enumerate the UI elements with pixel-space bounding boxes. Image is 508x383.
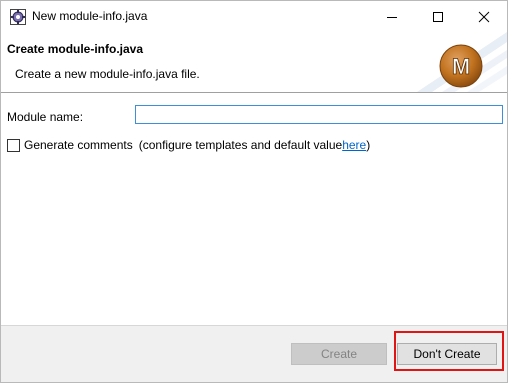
close-icon xyxy=(478,11,490,22)
minimize-button[interactable] xyxy=(369,1,415,32)
form-area: Module name: Generate comments (configur… xyxy=(1,93,507,325)
dialog-window: New module-info.java Create module-info.… xyxy=(0,0,508,383)
button-bar: Create Don't Create xyxy=(1,326,507,382)
module-name-input[interactable] xyxy=(135,105,503,124)
generate-comments-label[interactable]: Generate comments xyxy=(24,138,133,152)
banner-description: Create a new module-info.java file. xyxy=(15,67,200,81)
logo-letter: M xyxy=(452,54,470,79)
generate-comments-checkbox[interactable] xyxy=(7,138,20,152)
configure-templates-link[interactable]: here xyxy=(342,138,366,152)
generate-comments-row: Generate comments (configure templates a… xyxy=(7,137,370,153)
configure-hint-prefix: (configure templates and default value xyxy=(138,138,343,152)
title-bar: New module-info.java xyxy=(1,1,507,32)
eclipse-gear-icon xyxy=(10,9,26,25)
window-title: New module-info.java xyxy=(32,9,148,23)
maximize-icon xyxy=(433,11,443,22)
close-button[interactable] xyxy=(461,1,507,32)
configure-hint-suffix: ) xyxy=(366,138,371,152)
module-name-label: Module name: xyxy=(7,110,84,124)
module-logo-icon: M xyxy=(439,44,483,88)
create-button[interactable]: Create xyxy=(291,343,387,365)
dont-create-button[interactable]: Don't Create xyxy=(397,343,497,365)
banner-title: Create module-info.java xyxy=(7,42,144,56)
wizard-banner: Create module-info.java Create a new mod… xyxy=(1,32,507,92)
minimize-icon xyxy=(387,16,397,18)
maximize-button[interactable] xyxy=(415,1,461,32)
